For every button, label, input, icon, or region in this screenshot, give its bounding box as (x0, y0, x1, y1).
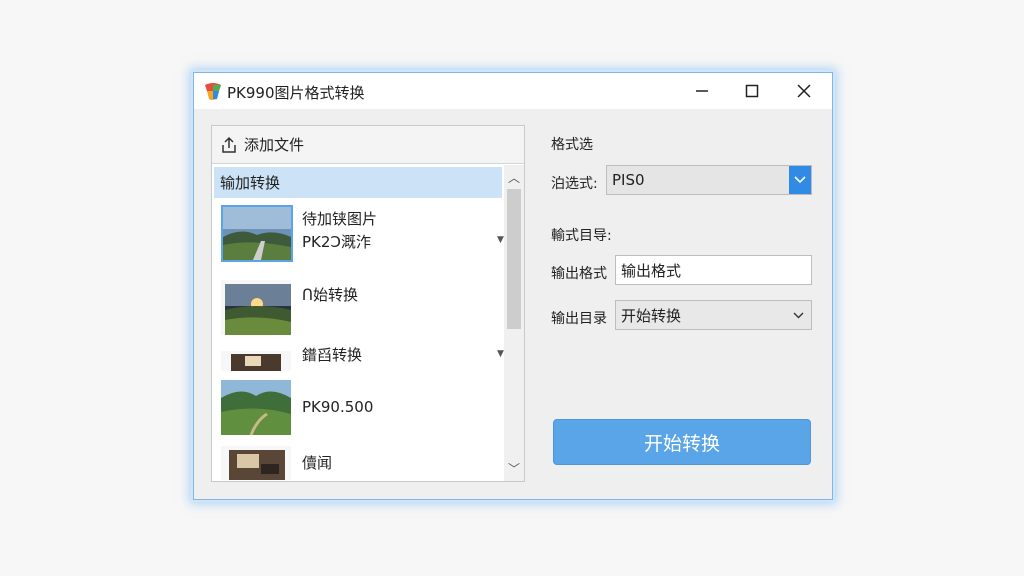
maximize-icon (745, 84, 759, 98)
window-title: PK990图片格式转换 (227, 84, 365, 102)
app-logo-icon (205, 83, 221, 100)
output-dir-value: 开始转换 (621, 306, 682, 325)
list-item[interactable]: PK90.500 (216, 380, 504, 436)
maximize-button[interactable] (729, 73, 775, 109)
chevron-up-icon[interactable]: ︿ (508, 169, 520, 186)
dropdown-button[interactable] (789, 166, 811, 194)
output-dir-select[interactable]: 开始转换 (615, 300, 812, 330)
item-title: 儥闻 (302, 454, 333, 472)
output-section-title: 輸式目导: (551, 228, 612, 244)
item-title: PK90.500 (302, 398, 374, 416)
caret-down-icon[interactable]: ▼ (497, 349, 504, 359)
output-format-label: 输出格式 (551, 266, 607, 282)
list-item[interactable]: 儥闻 (216, 444, 504, 480)
chevron-down-icon (793, 312, 804, 319)
chevron-down-icon[interactable]: ﹀ (508, 460, 520, 477)
item-title: ᑎ始转换 (302, 286, 358, 304)
list-scrollbar[interactable]: ︿ ﹀ (504, 165, 524, 481)
app-window: PK990图片格式转换 添加文件 输加转换 ︿ ﹀ 待加铗图片 PK2Ɔ溉泎 ▼… (193, 72, 833, 500)
minimize-button[interactable] (679, 73, 725, 109)
item-subtitle: PK2Ɔ溉泎 (302, 233, 371, 251)
landscape-image (223, 207, 291, 260)
format-label: 泊选式: (551, 176, 598, 192)
file-list-panel: 添加文件 输加转换 ︿ ﹀ 待加铗图片 PK2Ɔ溉泎 ▼ ᑎ始转换 鐠舀转换 ▼… (211, 125, 525, 482)
upload-icon (222, 136, 236, 153)
output-dir-label: 输出目录 (551, 311, 607, 327)
valley-image (221, 380, 291, 435)
item-title: 待加铗图片 (302, 210, 378, 228)
sunset-image (221, 280, 291, 335)
output-format-input[interactable]: 输出格式 (615, 255, 812, 285)
close-button[interactable] (781, 73, 827, 109)
image-thumbnail (221, 280, 291, 335)
image-thumbnail (221, 205, 293, 262)
chevron-down-icon (794, 176, 806, 184)
title-bar: PK990图片格式转换 (194, 73, 832, 109)
caret-down-icon[interactable]: ▼ (497, 235, 504, 245)
list-item[interactable]: 待加铗图片 PK2Ɔ溉泎 ▼ (216, 202, 504, 264)
add-file-button[interactable]: 添加文件 (212, 126, 524, 164)
format-section-title: 格式选 (551, 137, 593, 153)
image-thumbnail (221, 446, 291, 480)
list-item[interactable]: 鐠舀转换 ▼ (216, 344, 504, 374)
close-icon (797, 84, 811, 98)
interior-image (221, 351, 291, 371)
image-thumbnail (221, 351, 291, 371)
list-header[interactable]: 输加转换 (214, 167, 502, 198)
minimize-icon (696, 90, 708, 92)
list-item[interactable]: ᑎ始转换 (216, 276, 504, 335)
output-format-value: 输出格式 (621, 261, 682, 280)
start-conversion-button[interactable]: 开始转换 (553, 419, 811, 465)
item-title: 鐠舀转换 (302, 346, 363, 364)
scroll-thumb[interactable] (507, 189, 521, 329)
room-image (221, 446, 291, 480)
add-file-label: 添加文件 (244, 136, 305, 154)
format-select-value: PIS0 (612, 171, 645, 189)
image-thumbnail (221, 380, 291, 435)
format-select[interactable]: PIS0 (606, 165, 812, 195)
